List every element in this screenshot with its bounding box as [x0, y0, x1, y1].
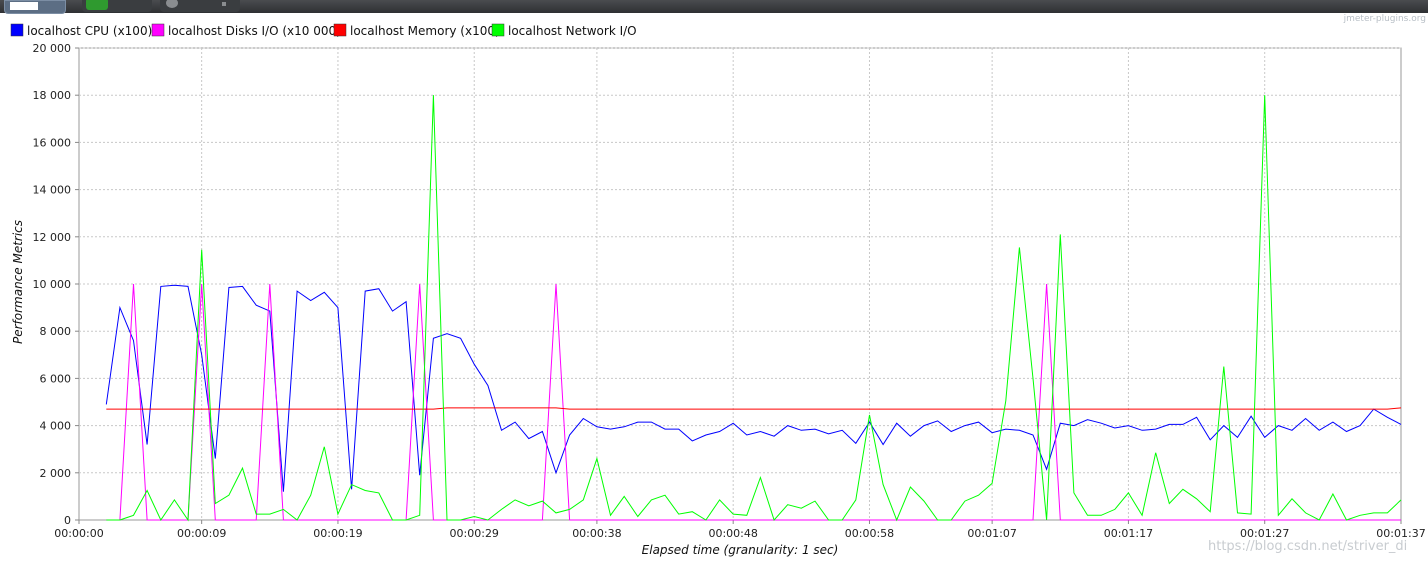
x-tick-label: 00:00:38 [572, 527, 621, 540]
y-tick-label: 6 000 [40, 372, 72, 385]
x-tick-label: 00:00:09 [177, 527, 226, 540]
legend-swatch [151, 23, 165, 37]
x-axis-label: Elapsed time (granularity: 1 sec) [642, 543, 839, 557]
x-tick-label: 00:00:00 [54, 527, 103, 540]
x-tick-label: 00:00:29 [450, 527, 499, 540]
legend-label: localhost CPU (x100) [27, 24, 152, 38]
y-tick-label: 10 000 [33, 278, 72, 291]
x-tick-label: 00:00:58 [845, 527, 894, 540]
legend-swatch [333, 23, 347, 37]
y-axis-ticks: 0 2 000 4 000 6 000 8 000 10 000 12 000 14 000 1… [33, 42, 79, 527]
x-tick-label: 00:01:07 [967, 527, 1016, 540]
legend-swatch [491, 23, 505, 37]
performance-chart: 0 2 000 4 000 6 000 8 000 10 000 12 000 14 000 1… [10, 23, 1426, 557]
legend-label: localhost Network I/O [508, 24, 637, 38]
legend-item: localhost CPU (x100) [10, 23, 152, 38]
x-tick-label: 00:00:19 [313, 527, 362, 540]
y-tick-label: 4 000 [40, 420, 72, 433]
legend-label: localhost Memory (x100) [350, 24, 500, 38]
x-tick-label: 00:01:17 [1104, 527, 1153, 540]
x-tick-label: 00:00:48 [708, 527, 757, 540]
y-tick-label: 8 000 [40, 325, 72, 338]
x-axis-ticks: 00:00:00 00:00:09 00:00:19 00:00:29 00:00:38… [54, 520, 1426, 540]
y-tick-label: 16 000 [33, 136, 72, 149]
legend-item: localhost Network I/O [491, 23, 637, 38]
legend-label: localhost Disks I/O (x10 000) [168, 24, 341, 38]
y-tick-label: 2 000 [40, 467, 72, 480]
y-tick-label: 14 000 [33, 184, 72, 197]
y-tick-label: 20 000 [33, 42, 72, 55]
legend-swatch [10, 23, 24, 37]
y-axis-label: Performance Metrics [11, 220, 25, 344]
y-tick-label: 18 000 [33, 89, 72, 102]
watermark-text: https://blog.csdn.net/striver_di [1208, 539, 1408, 554]
y-tick-label: 0 [64, 514, 71, 527]
y-tick-label: 12 000 [33, 231, 72, 244]
legend-item: localhost Disks I/O (x10 000) [151, 23, 341, 38]
legend-item: localhost Memory (x100) [333, 23, 500, 38]
legend: localhost CPU (x100) localhost Disks I/O … [10, 23, 637, 38]
